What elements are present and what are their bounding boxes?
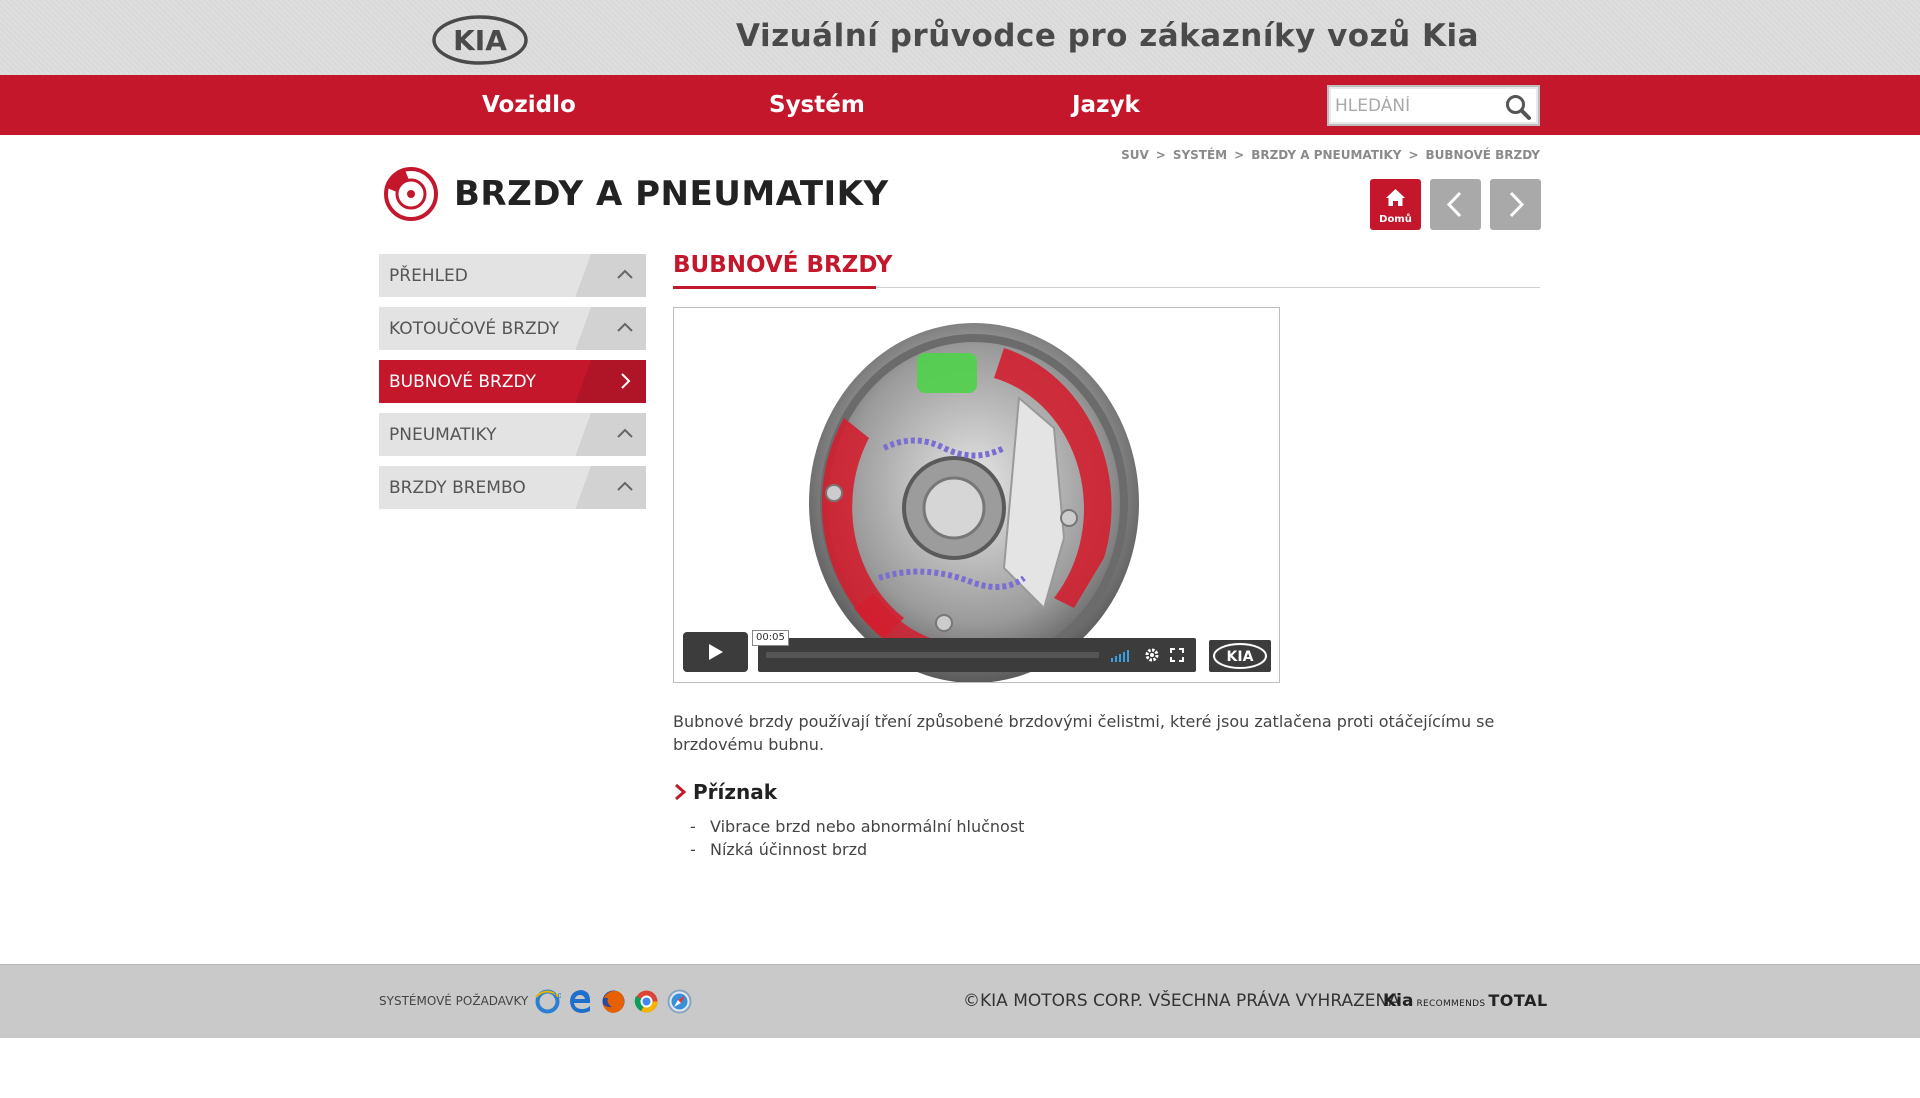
sidebar-item-pneumatiky[interactable]: PNEUMATIKY [379,413,646,456]
sidebar-item-label: BRZDY BREMBO [389,478,526,498]
sidebar: PŘEHLED KOTOUČOVÉ BRZDY BUBNOVÉ BRZDY PN… [379,254,646,519]
description-text: Bubnové brzdy používají tření způsobené … [673,712,1495,754]
sidebar-item-prehled[interactable]: PŘEHLED [379,254,646,297]
sidebar-item-label: KOTOUČOVÉ BRZDY [389,319,560,339]
play-icon [709,644,723,660]
ie-edge-icon[interactable] [567,988,594,1015]
search-box [1327,85,1540,126]
system-requirements-link[interactable]: SYSTÉMOVÉ POŽADAVKY [379,994,528,1008]
sidebar-item-label: PŘEHLED [389,266,468,286]
ie10-icon[interactable]: 10 [534,988,561,1015]
chevron-up-icon [617,322,633,332]
kia-logo-icon: KIA [1213,643,1267,669]
breadcrumb-item-current: BUBNOVÉ BRZDY [1425,148,1541,162]
title-underline [673,286,876,289]
footer: SYSTÉMOVÉ POŽADAVKY 10 ©KIA MOTORS CORP.… [0,964,1920,1038]
video-controls [758,638,1196,672]
content-title: BUBNOVÉ BRZDY [673,252,893,278]
breadcrumb-item-suv[interactable]: SUV [1121,148,1149,162]
chevron-left-icon [1446,191,1462,218]
svg-text:KIA: KIA [453,24,507,57]
breadcrumb: SUV > SYSTÉM > BRZDY A PNEUMATIKY > BUBN… [1121,148,1540,162]
sidebar-item-label: BUBNOVÉ BRZDY [389,372,537,392]
top-header: KIA Vizuální průvodce pro zákazníky vozů… [0,0,1920,75]
firefox-icon[interactable] [600,988,627,1015]
fullscreen-icon[interactable] [1170,648,1184,662]
sidebar-item-brzdy-brembo[interactable]: BRZDY BREMBO [379,466,646,509]
home-button-label: Domů [1379,214,1412,225]
video-time-tooltip: 00:05 [752,630,789,646]
sidebar-item-label: PNEUMATIKY [389,425,497,445]
previous-button[interactable] [1430,179,1481,230]
browser-icons: 10 [534,988,693,1015]
chevron-up-icon [617,269,633,279]
svg-text:KIA: KIA [1227,649,1254,665]
video-kia-logo[interactable]: KIA [1209,640,1271,672]
kia-recommends-total-logo: Kia RECOMMENDS TOTAL [1383,991,1548,1011]
video-player[interactable]: 00:05 KIA [673,307,1280,683]
list-item: - Nízká účinnost brzd [690,840,868,859]
safari-icon[interactable] [666,988,693,1015]
play-button[interactable] [683,632,748,672]
home-button[interactable]: Domů [1370,179,1421,230]
progress-slider[interactable] [766,652,1099,658]
kia-logo[interactable]: KIA [432,15,528,65]
breadcrumb-item-brakes-tires[interactable]: BRZDY A PNEUMATIKY [1251,148,1401,162]
chevron-right-icon [1509,191,1525,218]
breadcrumb-separator: > [1155,148,1166,162]
next-button[interactable] [1490,179,1541,230]
chevron-right-icon [621,373,631,389]
search-input[interactable] [1335,93,1495,119]
site-title: Vizuální průvodce pro zákazníky vozů Kia [736,18,1480,54]
nav-item-jazyk[interactable]: Jazyk [1072,75,1140,135]
section-title: BRZDY A PNEUMATIKY [454,174,889,214]
sidebar-item-bubnove-brzdy[interactable]: BUBNOVÉ BRZDY [379,360,646,403]
drum-brake-illustration [809,323,1139,682]
main-nav: Vozidlo Systém Jazyk [0,75,1920,135]
chevron-up-icon [617,481,633,491]
sidebar-item-kotoucove-brzdy[interactable]: KOTOUČOVÉ BRZDY [379,307,646,350]
svg-text:10: 10 [553,992,561,1000]
nav-item-vozidlo[interactable]: Vozidlo [482,75,576,135]
breadcrumb-item-system[interactable]: SYSTÉM [1173,148,1227,162]
copyright-text: ©KIA MOTORS CORP. VŠECHNA PRÁVA VYHRAZEN… [963,991,1400,1011]
symptom-heading-label: Příznak [693,780,778,804]
gear-icon[interactable] [1144,647,1160,663]
chevron-right-icon [675,783,687,801]
chevron-up-icon [617,428,633,438]
breadcrumb-separator: > [1408,148,1419,162]
chrome-icon[interactable] [633,988,660,1015]
symptom-heading: Příznak [673,780,777,804]
nav-item-system[interactable]: Systém [769,75,865,135]
symptom-list: - Vibrace brzd nebo abnormální hlučnost -… [690,815,1024,861]
volume-icon[interactable] [1110,648,1132,662]
breadcrumb-separator: > [1234,148,1245,162]
list-item: - Vibrace brzd nebo abnormální hlučnost [690,817,1025,836]
search-icon[interactable] [1504,93,1532,121]
brake-disc-icon [384,167,438,221]
